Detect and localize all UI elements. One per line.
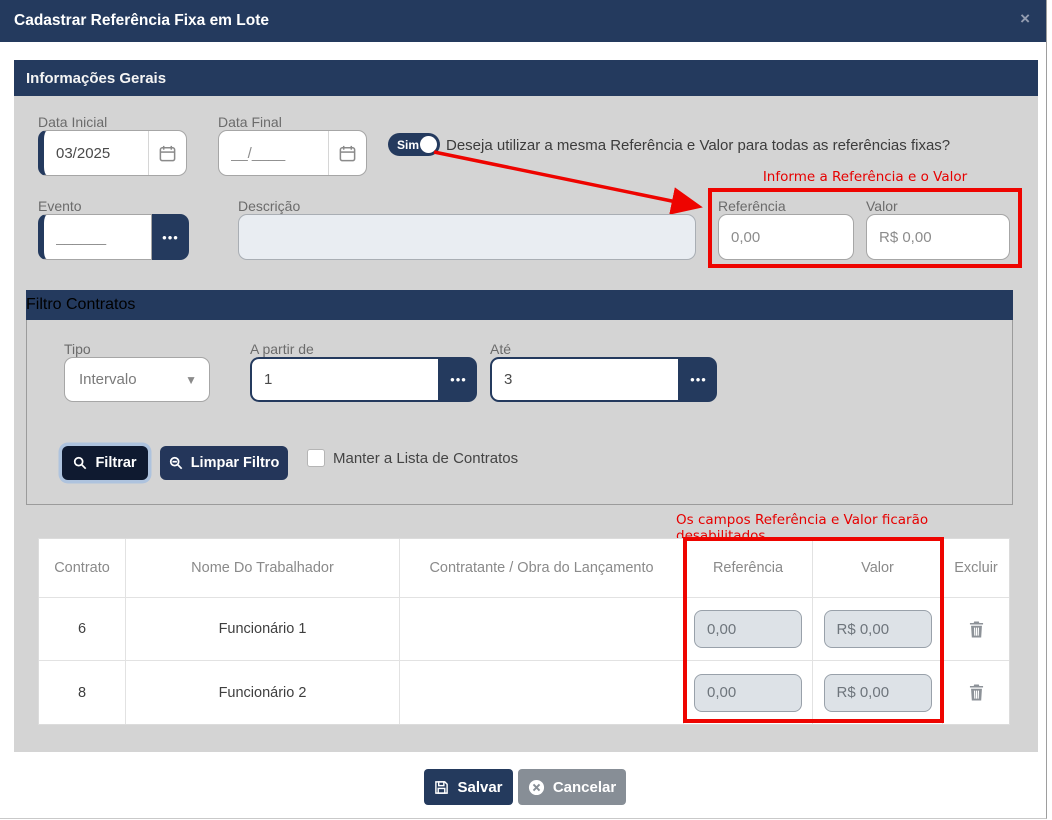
a-partir-de-label: A partir de [250, 341, 314, 357]
manter-lista-checkbox[interactable] [307, 449, 325, 467]
limpar-filtro-button-label: Limpar Filtro [191, 455, 280, 471]
table-row-valor-cell: R$ 0,00 [813, 598, 943, 661]
salvar-button-label: Salvar [457, 779, 502, 796]
row-referencia-input-disabled: 0,00 [694, 674, 802, 712]
ate-field-group: ••• [490, 357, 717, 402]
ate-label: Até [490, 341, 511, 357]
col-header-referencia: Referência [684, 539, 813, 598]
chevron-down-icon: ▼ [185, 373, 209, 387]
trash-icon[interactable] [969, 621, 984, 638]
data-final-field-wrap [218, 130, 367, 176]
salvar-button[interactable]: Salvar [424, 769, 513, 805]
data-inicial-field-wrap [38, 130, 187, 176]
table-row-contratante [400, 661, 684, 724]
section-filtro-contratos-header: Filtro Contratos [26, 290, 1013, 320]
row-valor-input-disabled: R$ 0,00 [824, 610, 932, 648]
sim-toggle[interactable]: Sim [388, 133, 440, 156]
calendar-icon[interactable] [328, 131, 366, 175]
cancel-circle-icon [528, 779, 545, 796]
ate-lookup-button[interactable]: ••• [680, 357, 717, 402]
filtrar-button[interactable]: Filtrar [62, 446, 148, 480]
a-partir-de-field-group: ••• [250, 357, 477, 402]
sim-toggle-label: Sim [388, 138, 419, 152]
question-text: Deseja utilizar a mesma Referência e Val… [446, 137, 950, 154]
search-minus-icon [169, 456, 183, 470]
modal-titlebar: Cadastrar Referência Fixa em Lote × [0, 0, 1046, 42]
referencia-input[interactable] [718, 214, 854, 260]
ellipsis-icon: ••• [690, 372, 707, 387]
referencia-field-wrap [718, 214, 854, 260]
tipo-select[interactable]: Intervalo ▼ [64, 357, 210, 402]
table-row-contrato: 8 [39, 661, 126, 724]
modal-title: Cadastrar Referência Fixa em Lote [0, 12, 269, 30]
section-filtro-contratos-title: Filtro Contratos [26, 296, 135, 314]
row-referencia-input-disabled: 0,00 [694, 610, 802, 648]
row-valor-input-disabled: R$ 0,00 [824, 674, 932, 712]
descricao-input [238, 214, 696, 260]
tipo-label: Tipo [64, 341, 91, 357]
ellipsis-icon: ••• [162, 230, 179, 245]
close-icon[interactable]: × [1020, 10, 1030, 27]
descricao-field-wrap [238, 214, 696, 260]
calendar-icon[interactable] [148, 131, 186, 175]
table-row-referencia-cell: 0,00 [684, 598, 813, 661]
data-inicial-label: Data Inicial [38, 114, 107, 130]
col-header-contrato: Contrato [39, 539, 126, 598]
save-icon [434, 780, 449, 795]
annotation-informe: Informe a Referência e o Valor [708, 169, 1022, 185]
descricao-label: Descrição [238, 198, 300, 214]
modal-cadastrar-referencia: Cadastrar Referência Fixa em Lote × Info… [0, 0, 1047, 819]
ate-input[interactable] [490, 357, 680, 402]
limpar-filtro-button[interactable]: Limpar Filtro [160, 446, 288, 480]
table-row-excluir-cell [943, 598, 1009, 661]
a-partir-de-input[interactable] [250, 357, 440, 402]
manter-lista-checkbox-label: Manter a Lista de Contratos [333, 450, 518, 467]
toggle-knob [420, 136, 437, 153]
cancelar-button-label: Cancelar [553, 779, 616, 796]
ellipsis-icon: ••• [450, 372, 467, 387]
table-row-excluir-cell [943, 661, 1009, 724]
valor-field-wrap [866, 214, 1010, 260]
table-row-contrato: 6 [39, 598, 126, 661]
col-header-contratante: Contratante / Obra do Lançamento [400, 539, 684, 598]
filtrar-button-label: Filtrar [95, 455, 136, 471]
data-final-label: Data Final [218, 114, 282, 130]
trash-icon[interactable] [969, 684, 984, 701]
col-header-nome: Nome Do Trabalhador [126, 539, 400, 598]
section-informacoes-gerais-title: Informações Gerais [14, 70, 166, 87]
table-row-valor-cell: R$ 0,00 [813, 661, 943, 724]
evento-label: Evento [38, 198, 82, 214]
search-icon [73, 456, 87, 470]
contratos-table: Contrato Nome Do Trabalhador Contratante… [38, 538, 1010, 725]
valor-label: Valor [866, 198, 898, 214]
valor-input[interactable] [866, 214, 1010, 260]
evento-field-group: ••• [38, 214, 189, 260]
evento-input[interactable] [38, 214, 152, 260]
evento-lookup-button[interactable]: ••• [152, 214, 189, 260]
table-row-nome: Funcionário 1 [126, 598, 400, 661]
table-row-contratante [400, 598, 684, 661]
referencia-label: Referência [718, 198, 786, 214]
col-header-excluir: Excluir [943, 539, 1009, 598]
col-header-valor: Valor [813, 539, 943, 598]
table-row-nome: Funcionário 2 [126, 661, 400, 724]
section-informacoes-gerais-header: Informações Gerais [14, 60, 1038, 96]
tipo-select-value: Intervalo [65, 371, 185, 388]
a-partir-de-lookup-button[interactable]: ••• [440, 357, 477, 402]
cancelar-button[interactable]: Cancelar [518, 769, 626, 805]
table-row-referencia-cell: 0,00 [684, 661, 813, 724]
